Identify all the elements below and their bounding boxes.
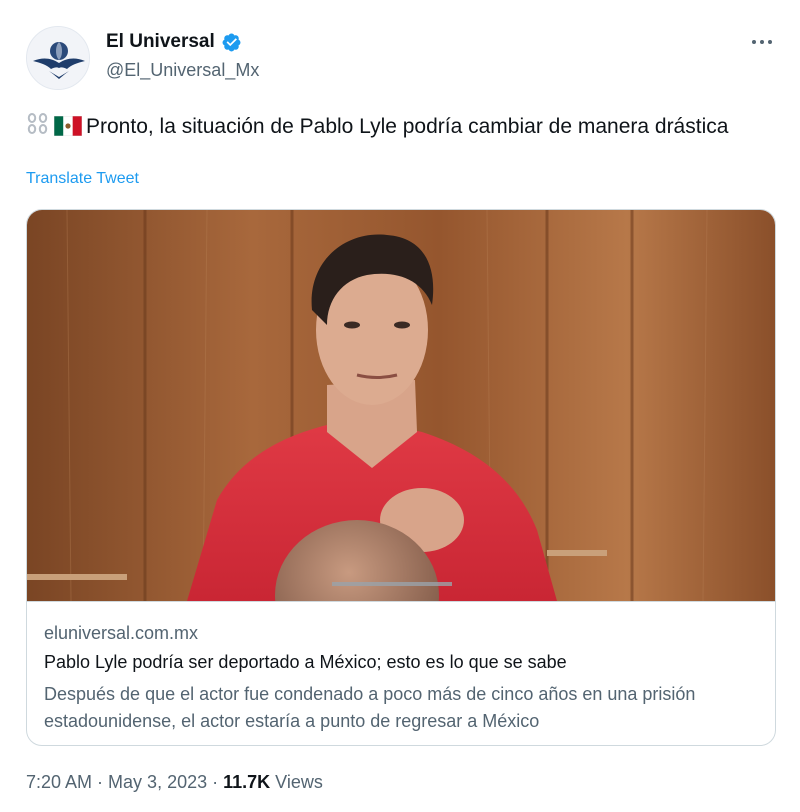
verified-badge-icon <box>222 33 241 51</box>
eagle-logo-icon[interactable] <box>26 26 90 90</box>
tweet-timestamp-time[interactable]: 7:20 AM <box>26 772 92 793</box>
card-description: Después de que el actor fue condenado a … <box>44 684 696 731</box>
author-name-row[interactable]: El Universal <box>106 31 242 53</box>
more-options-icon[interactable] <box>748 32 776 52</box>
meta-separator: · <box>212 772 219 792</box>
mexico-flag-icon <box>54 116 82 136</box>
card-image[interactable] <box>27 210 775 601</box>
more-dot <box>768 40 772 44</box>
tweet-text-content: Pronto, la situación de Pablo Lyle podrí… <box>86 115 729 138</box>
tweet-meta: 7:20 AM · May 3, 2023 · 11.7K Views <box>26 772 323 793</box>
translate-tweet-link[interactable]: Translate Tweet <box>26 170 139 188</box>
author-display-name[interactable]: El Universal <box>106 31 215 53</box>
tweet-timestamp-date[interactable]: May 3, 2023 <box>108 772 207 793</box>
author-handle[interactable]: @El_Universal_Mx <box>106 60 259 81</box>
card-title: Pablo Lyle podría ser deportado a México… <box>44 652 567 672</box>
card-domain: eluniversal.com.mx <box>44 623 199 643</box>
more-dot <box>760 40 764 44</box>
tweet-text: Pronto, la situación de Pablo Lyle podrí… <box>26 112 766 141</box>
chains-icon <box>27 113 48 134</box>
meta-separator: · <box>97 772 104 792</box>
more-dot <box>752 40 756 44</box>
link-card[interactable]: eluniversal.com.mx Pablo Lyle podría ser… <box>26 209 776 746</box>
views-count: 11.7K <box>223 772 271 792</box>
views-label: Views <box>275 772 323 792</box>
card-body[interactable]: eluniversal.com.mx Pablo Lyle podría ser… <box>27 601 775 745</box>
tweet-container: El Universal @El_Universal_Mx Pronto, la… <box>0 0 800 812</box>
